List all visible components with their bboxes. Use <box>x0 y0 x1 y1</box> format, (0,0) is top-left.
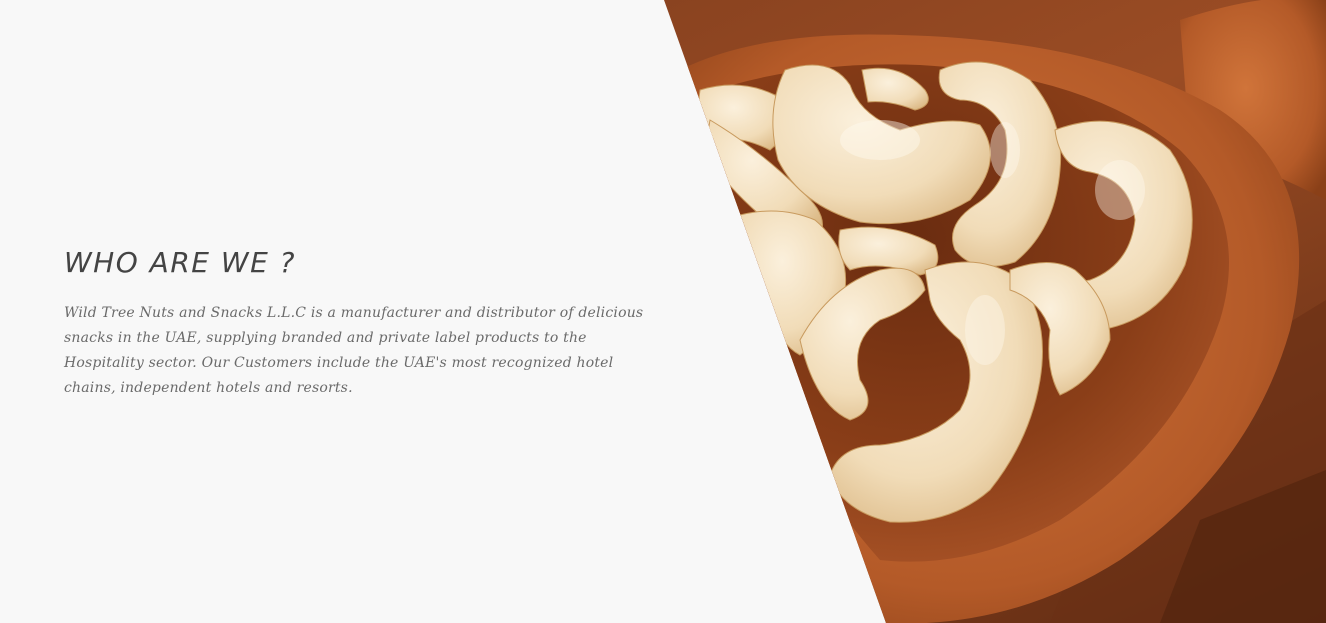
about-section: WHO ARE WE ? Wild Tree Nuts and Snacks L… <box>0 0 1326 623</box>
about-text: WHO ARE WE ? Wild Tree Nuts and Snacks L… <box>64 246 664 401</box>
section-heading: WHO ARE WE ? <box>64 246 297 279</box>
section-description: Wild Tree Nuts and Snacks L.L.C is a man… <box>64 305 644 396</box>
